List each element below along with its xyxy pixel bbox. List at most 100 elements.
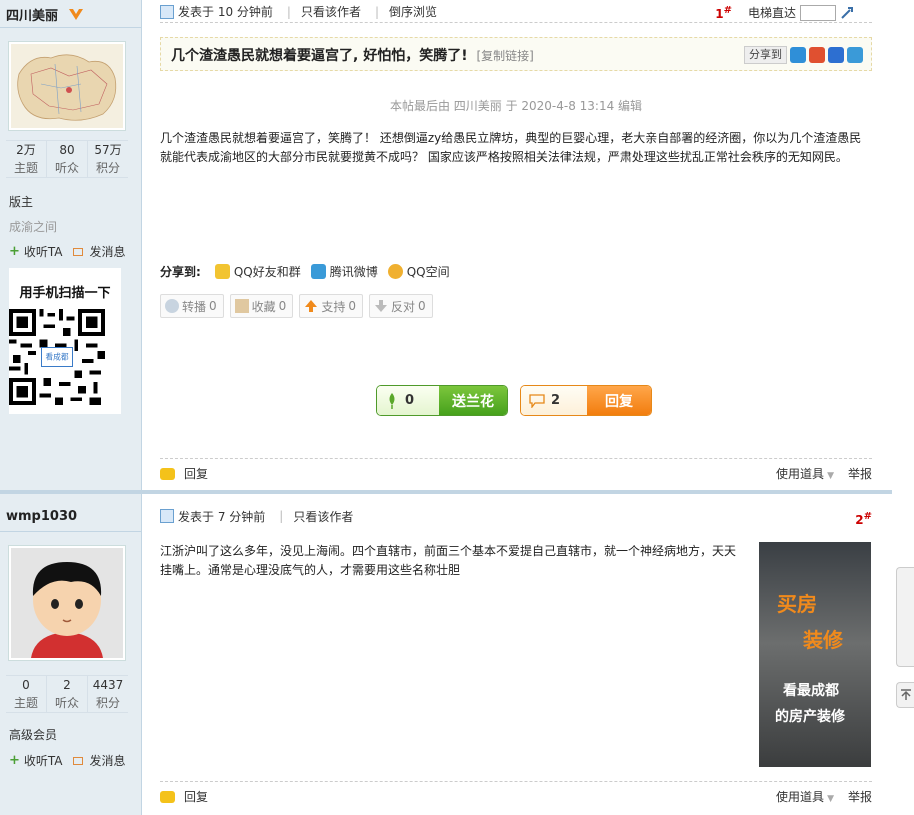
plus-icon: + [9, 753, 20, 768]
ad-line3: 看最成都 [783, 683, 839, 699]
reply-icon [160, 467, 175, 480]
qzone-icon [387, 264, 403, 279]
stat-value[interactable]: 57万 [88, 141, 128, 159]
stat-label: 听众 [54, 696, 79, 710]
stat-value[interactable]: 4437 [88, 676, 128, 694]
arrow-up-icon [901, 689, 911, 700]
post-actions: 转播 0 收藏 0 支持 0 反对 0 [160, 294, 433, 318]
plus-icon: + [9, 244, 20, 259]
mail-icon [72, 756, 83, 765]
post-body: 江浙沪叫了这么多年，没见上海闹。四个直辖市，前面三个基本不爱提自己直辖市，就一个… [160, 544, 737, 577]
author-sidebar: wmp1030 0 主题 2 听众 4437 积分 高级会员 + 收听TA 发消息 [0, 494, 142, 815]
post-meta-bar: 发表于 10 分钟前 | 只看该作者 | 倒序浏览 1# 电梯直达 [160, 1, 872, 23]
share-to-button[interactable]: 分享到 [744, 46, 787, 64]
stat-label: 积分 [95, 161, 120, 175]
share-label: 分享到: [160, 265, 201, 279]
edited-note: 本帖最后由 四川美丽 于 2020-4-8 13:14 编辑 [389, 99, 643, 113]
reply-big-button[interactable]: 2 回复 [520, 385, 652, 416]
floor-jump-input[interactable] [800, 4, 836, 21]
stat-label: 主题 [13, 161, 38, 175]
thumb-down-icon [374, 300, 387, 312]
qr-code-image: 看成都 [9, 309, 105, 405]
share-row: 分享到: QQ好友和群 腾讯微博 QQ空间 [160, 263, 450, 280]
ad-line1: 买房 [777, 592, 817, 616]
map-avatar-image [11, 44, 123, 128]
stat-label: 听众 [54, 161, 79, 175]
send-message-button[interactable]: 发消息 [90, 752, 126, 769]
stat-value[interactable]: 0 [6, 676, 46, 694]
tencent-weibo-share-icon[interactable] [847, 47, 863, 63]
share-qzone[interactable]: QQ空间 [407, 263, 450, 280]
floor-number: 2# [855, 511, 872, 527]
share-tencent-weibo[interactable]: 腾讯微博 [330, 263, 378, 280]
author-name[interactable]: wmp1030 [6, 509, 77, 524]
repost-button[interactable]: 转播 0 [160, 294, 224, 318]
thread-title-box: 几个渣渣愚民就想着要逼宫了, 好怕怕，笑腾了! [复制链接] 分享到 [160, 37, 872, 71]
thumb-up-icon [305, 300, 318, 312]
oppose-button[interactable]: 反对 0 [368, 294, 433, 318]
report-link[interactable]: 举报 [848, 465, 872, 482]
send-flower-button[interactable]: 0 送兰花 [376, 385, 508, 416]
qzone-share-icon[interactable] [790, 47, 806, 63]
stat-value[interactable]: 2 [47, 676, 87, 694]
author-stats: 2万主题 80 听众 57万积分 [6, 140, 128, 178]
ad-line2: 装修 [803, 628, 843, 652]
reverse-order-link[interactable]: 倒序浏览 [389, 3, 437, 20]
favorite-button[interactable]: 收藏 0 [229, 294, 294, 318]
report-link[interactable]: 举报 [848, 788, 872, 805]
user-icon [160, 509, 174, 523]
avatar[interactable] [8, 41, 126, 131]
follow-button[interactable]: 收听TA [24, 752, 63, 769]
user-rank[interactable]: 高级会员 [9, 726, 57, 743]
author-name[interactable]: 四川美丽 [6, 5, 83, 24]
share-qq-friends[interactable]: QQ好友和群 [234, 263, 301, 280]
tencent-weibo-icon [310, 264, 326, 279]
author-sidebar: 四川美丽 2万 主题 80 听众 57万 积分 版主 成渝之间 + 收听TA 发消息 … [0, 0, 142, 490]
qr-logo-text: 看成都 [45, 352, 68, 362]
stat-value[interactable]: 80 [47, 141, 87, 159]
send-message-button[interactable]: 发消息 [90, 243, 126, 260]
floating-post-tab[interactable] [896, 567, 914, 667]
weibo-share-icon[interactable] [809, 47, 825, 63]
use-tool-link[interactable]: 使用道具 ▼ [776, 465, 834, 482]
ad-line4: 的房产装修 [775, 709, 845, 725]
user-rank[interactable]: 版主 [9, 193, 33, 210]
qr-title: 用手机扫描一下 [19, 286, 111, 301]
comment-icon [529, 393, 545, 408]
stat-label: 积分 [95, 696, 120, 710]
cartoon-avatar-image [11, 548, 123, 658]
reply-link[interactable]: 回复 [184, 788, 208, 805]
post-body: 几个渣渣愚民就想着要逼宫了，笑腾了！ 还想倒逼zy给愚民立牌坊，典型的巨婴心理，… [160, 131, 862, 164]
verified-icon [68, 9, 83, 20]
ad-banner[interactable]: 买房 装修 看最成都 的房产装修 [759, 542, 871, 767]
mail-icon [72, 247, 83, 256]
thread-title: 几个渣渣愚民就想着要逼宫了, 好怕怕，笑腾了! [复制链接] [171, 48, 534, 64]
qq-icon [214, 264, 230, 279]
stat-value[interactable]: 2万 [6, 141, 46, 159]
only-author-link[interactable]: 只看该作者 [293, 508, 353, 525]
use-tool-link[interactable]: 使用道具 ▼ [776, 788, 834, 805]
copy-link[interactable]: [复制链接] [476, 49, 533, 63]
back-to-top-button[interactable] [896, 682, 914, 708]
user-icon [160, 4, 174, 19]
qr-panel: 用手机扫描一下 看成都 [9, 268, 121, 414]
post-footer: 回复 使用道具 ▼ 举报 [160, 458, 872, 488]
follow-button[interactable]: 收听TA [24, 243, 63, 260]
repost-icon [165, 299, 179, 313]
post-meta-bar: 发表于 7 分钟前 | 只看该作者 2# [160, 505, 872, 527]
jump-icon[interactable] [840, 6, 854, 20]
stat-label: 主题 [13, 696, 38, 710]
elevator-label: 电梯直达 [747, 6, 796, 20]
support-button[interactable]: 支持 0 [299, 294, 363, 318]
reply-link[interactable]: 回复 [184, 465, 208, 482]
post-footer: 回复 使用道具 ▼ 举报 [160, 781, 872, 811]
post-time: 发表于 7 分钟前 [178, 509, 266, 524]
baidu-share-icon[interactable] [828, 47, 844, 63]
floor-number: 1# [715, 4, 732, 21]
avatar[interactable] [8, 545, 126, 661]
post-time: 发表于 10 分钟前 [178, 5, 273, 19]
author-stats: 0 主题 2 听众 4437 积分 [6, 675, 128, 713]
user-forum: 成渝之间 [9, 220, 58, 234]
reply-icon [160, 790, 175, 803]
only-author-link[interactable]: 只看该作者 [301, 3, 361, 20]
